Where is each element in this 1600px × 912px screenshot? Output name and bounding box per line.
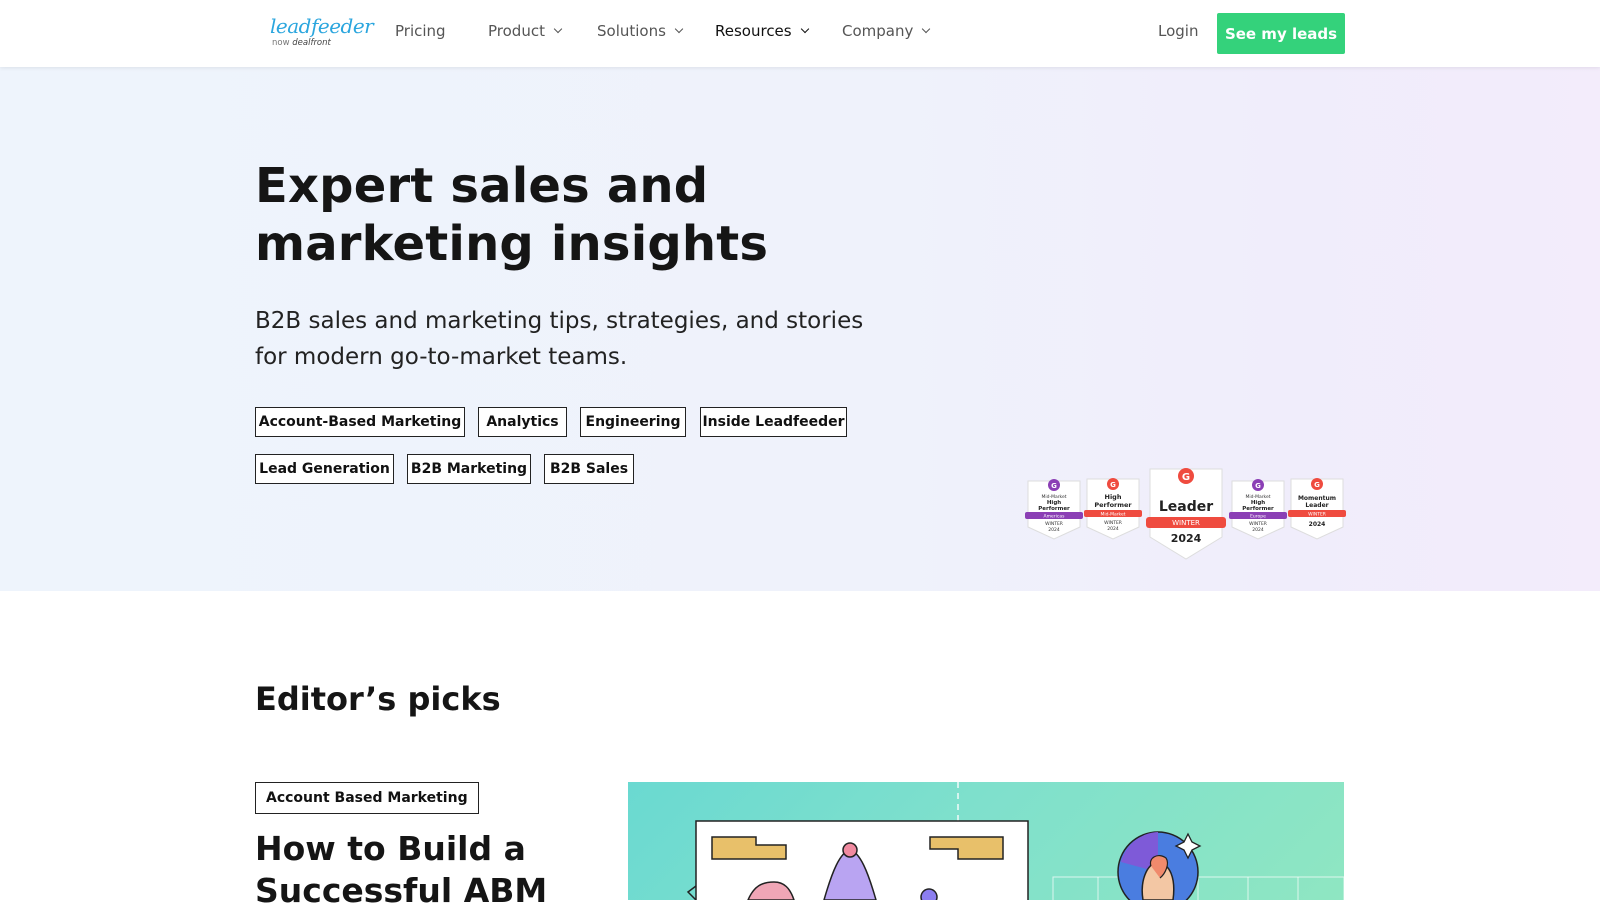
badge1-ribbon: Americas	[1044, 514, 1066, 520]
nav-resources[interactable]: Resources	[715, 22, 809, 40]
badge4-year: 2024	[1252, 527, 1264, 533]
login-link[interactable]: Login	[1158, 22, 1198, 40]
nav-solutions-label: Solutions	[597, 22, 666, 40]
badge2-line2: Performer	[1094, 501, 1132, 509]
badge5-line1: Momentum	[1298, 495, 1336, 502]
badge1-season: WINTER	[1045, 521, 1063, 527]
hero-section: Expert sales and marketing insights B2B …	[0, 67, 1600, 591]
badge1-year: 2024	[1048, 527, 1060, 533]
svg-text:G: G	[1314, 481, 1320, 489]
badge2-ribbon: Mid-Market	[1100, 512, 1125, 518]
tag-b2b-marketing[interactable]: B2B Marketing	[407, 454, 531, 484]
chevron-down-icon	[800, 24, 809, 34]
pick-category-tag[interactable]: Account Based Marketing	[255, 782, 479, 814]
chevron-down-icon	[553, 24, 563, 34]
badge5-line2: Leader	[1305, 502, 1328, 509]
tag-lead-generation[interactable]: Lead Generation	[255, 454, 394, 484]
logo-wordmark: leadfeeder	[270, 14, 374, 38]
nav-product[interactable]: Product	[488, 22, 563, 40]
badge4-line3: Performer	[1242, 506, 1274, 512]
nav-pricing[interactable]: Pricing	[395, 22, 446, 40]
g2-badge-high-performer-americas: G Mid-Market High Performer Americas WIN…	[1025, 479, 1083, 540]
g2-badge-leader: G Leader WINTER 2024	[1146, 468, 1226, 560]
badge3-ribbon: WINTER	[1172, 519, 1200, 527]
badge4-ribbon: Europe	[1250, 514, 1266, 520]
nav-pricing-label: Pricing	[395, 22, 446, 40]
logo-byline: now dealfront	[270, 38, 342, 48]
svg-text:G: G	[1110, 481, 1116, 489]
nav-solutions[interactable]: Solutions	[597, 22, 684, 40]
tag-engineering[interactable]: Engineering	[580, 407, 686, 437]
nav-company-label: Company	[842, 22, 914, 40]
see-my-leads-button[interactable]: See my leads	[1217, 13, 1345, 54]
illustration-graphic	[686, 782, 1344, 900]
tag-account-based-marketing[interactable]: Account-Based Marketing	[255, 407, 465, 437]
nav-company[interactable]: Company	[842, 22, 931, 40]
tag-analytics[interactable]: Analytics	[478, 407, 567, 437]
tag-inside-leadfeeder[interactable]: Inside Leadfeeder	[700, 407, 847, 437]
pick-article-illustration[interactable]	[628, 782, 1344, 900]
svg-text:G: G	[1051, 482, 1057, 490]
badge5-year: 2024	[1309, 521, 1326, 528]
badge4-season: WINTER	[1249, 521, 1267, 527]
top-navigation: leadfeeder now dealfront Pricing Product…	[0, 0, 1600, 67]
g2-badge-momentum-leader: G Momentum Leader WINTER 2024	[1288, 478, 1346, 540]
badge5-ribbon: WINTER	[1308, 512, 1326, 518]
hero-title: Expert sales and marketing insights	[255, 158, 769, 272]
svg-text:G: G	[1182, 472, 1190, 483]
badge1-line3: Performer	[1038, 506, 1070, 512]
badge3-year: 2024	[1171, 532, 1202, 545]
g2-badge-high-performer-europe: G Mid-Market High Performer Europe WINTE…	[1229, 479, 1287, 540]
logo-byline-brand: dealfront	[292, 38, 331, 48]
svg-text:G: G	[1255, 482, 1261, 490]
logo-byline-now: now	[272, 38, 290, 48]
badge2-line1: High	[1105, 493, 1122, 501]
badge2-year: 2024	[1107, 526, 1119, 532]
pick-article-title[interactable]: How to Build a Successful ABM	[255, 828, 595, 912]
hero-subtitle: B2B sales and marketing tips, strategies…	[255, 308, 864, 370]
g2-badge-high-performer-mid-market: G High Performer Mid-Market WINTER 2024	[1084, 478, 1142, 540]
g2-badges: G Mid-Market High Performer Americas WIN…	[1025, 468, 1346, 560]
editors-picks-title: Editor’s picks	[255, 680, 501, 718]
badge2-season: WINTER	[1104, 520, 1122, 526]
chevron-down-icon	[674, 24, 684, 34]
badge3-line1: Leader	[1159, 499, 1213, 515]
chevron-down-icon	[922, 24, 931, 34]
leadfeeder-logo[interactable]: leadfeeder now dealfront	[270, 14, 374, 53]
nav-resources-label: Resources	[715, 22, 792, 40]
nav-product-label: Product	[488, 22, 545, 40]
tag-b2b-sales[interactable]: B2B Sales	[544, 454, 634, 484]
